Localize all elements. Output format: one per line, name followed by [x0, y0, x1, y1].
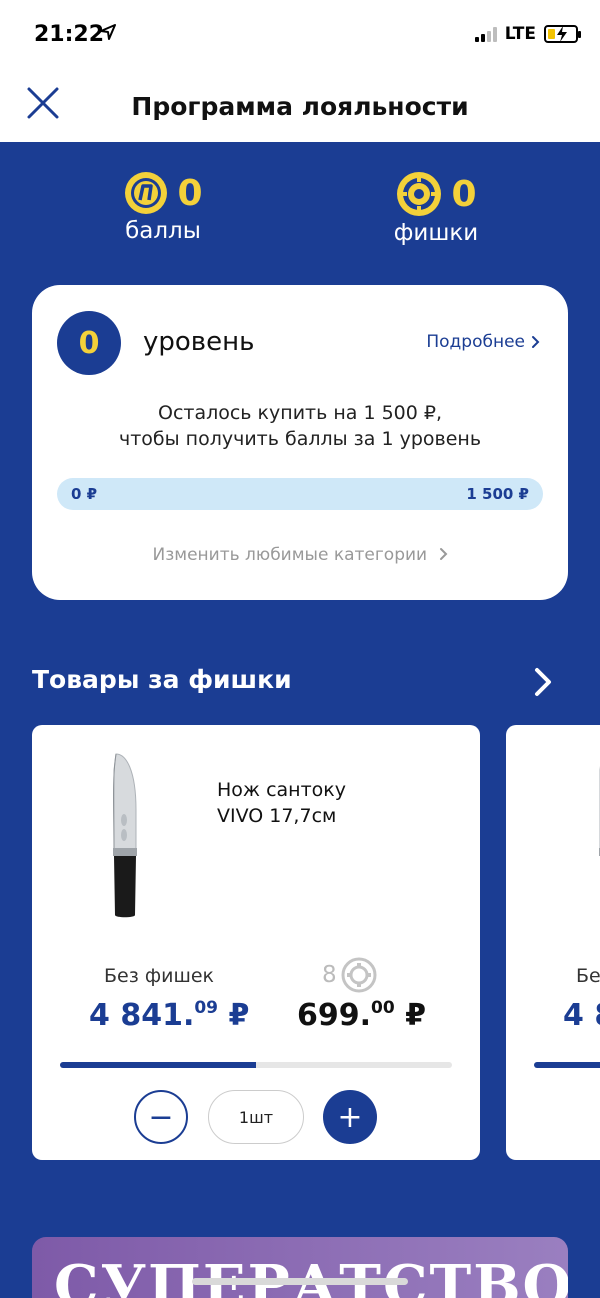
product-name: Нож сантоку VIVO 17,7см [217, 777, 447, 829]
chips-stat[interactable]: 0 фишки [336, 170, 536, 246]
level-badge: 0 [57, 311, 121, 375]
points-value: 0 [177, 172, 203, 214]
status-time: 21:22 [34, 22, 105, 47]
change-categories-label: Изменить любимые категории [152, 545, 428, 565]
nav-bar: Программа лояльности [0, 72, 600, 142]
progress-min-label: 0 ₽ [71, 485, 98, 503]
level-description: Осталось купить на 1 500 ₽, чтобы получи… [32, 400, 568, 452]
product-name-line2: VIVO 17,7см [217, 805, 337, 827]
page-title: Программа лояльности [131, 92, 469, 121]
signal-icon [474, 26, 497, 42]
price-with-chips-dec: 00 [371, 998, 395, 1018]
points-stat[interactable]: 0 баллы [63, 170, 263, 244]
price-without-chips-int: 4 841. [89, 998, 195, 1033]
price-without-chips: 4 841.09 ₽ [89, 998, 249, 1033]
network-label: LTE [504, 24, 536, 44]
balance-stats: 0 баллы 0 фишки [0, 170, 600, 260]
knife-image [599, 765, 600, 856]
chips-progress-bar [60, 1062, 452, 1068]
decrease-quantity-button[interactable]: − [134, 1090, 188, 1144]
progress-max-label: 1 500 ₽ [466, 485, 529, 503]
level-progress-bar: 0 ₽ 1 500 ₽ [57, 478, 543, 510]
chips-progress-bar [534, 1062, 600, 1068]
no-chips-label: Без фишек [104, 965, 215, 987]
chevron-right-icon [532, 336, 540, 348]
price-with-chips-int: 699. [297, 998, 372, 1033]
chip-coin-icon [341, 957, 377, 993]
more-details-link[interactable]: Подробнее [426, 332, 540, 352]
promo-banner[interactable]: СУПЕРАТСТВО [32, 1237, 568, 1298]
price-without-chips: 4 8 [563, 998, 600, 1033]
chips-progress-fill [60, 1062, 256, 1068]
chevron-right-icon [439, 548, 447, 560]
home-indicator[interactable] [192, 1278, 408, 1285]
location-arrow-icon [100, 24, 116, 44]
points-coin-icon [125, 172, 168, 214]
battery-icon [544, 25, 581, 43]
chip-coin-icon [397, 172, 442, 216]
product-name-line1: Нож сантоку [217, 779, 346, 801]
level-label: уровень [143, 327, 255, 357]
change-categories-link[interactable]: Изменить любимые категории [32, 545, 568, 565]
increase-quantity-button[interactable]: + [323, 1090, 377, 1144]
status-indicators: LTE [474, 24, 581, 44]
chips-value: 0 [451, 173, 477, 215]
currency-symbol: ₽ [405, 998, 427, 1033]
product-card[interactable]: Бе 4 8 [506, 725, 600, 1160]
section-title: Товары за фишки [32, 665, 292, 694]
level-card: 0 уровень Подробнее Осталось купить на 1… [32, 285, 568, 600]
quantity-value[interactable]: 1шт [208, 1090, 304, 1144]
product-card[interactable]: Нож сантоку VIVO 17,7см Без фишек 4 841.… [32, 725, 480, 1160]
chips-label: фишки [393, 220, 479, 246]
chips-required-value: 8 [322, 962, 337, 988]
promo-text: СУПЕРАТСТВО [54, 1253, 568, 1298]
level-description-line1: Осталось купить на 1 500 ₽, [157, 402, 443, 424]
price-with-chips: 699.00 ₽ [297, 998, 426, 1033]
more-details-label: Подробнее [426, 332, 525, 352]
chips-required: 8 [322, 957, 377, 993]
knife-image [113, 753, 137, 918]
currency-symbol: ₽ [228, 998, 250, 1033]
points-label: баллы [125, 218, 201, 244]
level-description-line2: чтобы получить баллы за 1 уровень [118, 428, 482, 450]
price-without-chips-dec: 09 [194, 998, 219, 1018]
no-chips-label: Бе [576, 965, 600, 987]
chevron-right-icon [535, 668, 551, 696]
section-more-button[interactable] [532, 666, 556, 698]
status-bar: 21:22 LTE [0, 0, 600, 72]
